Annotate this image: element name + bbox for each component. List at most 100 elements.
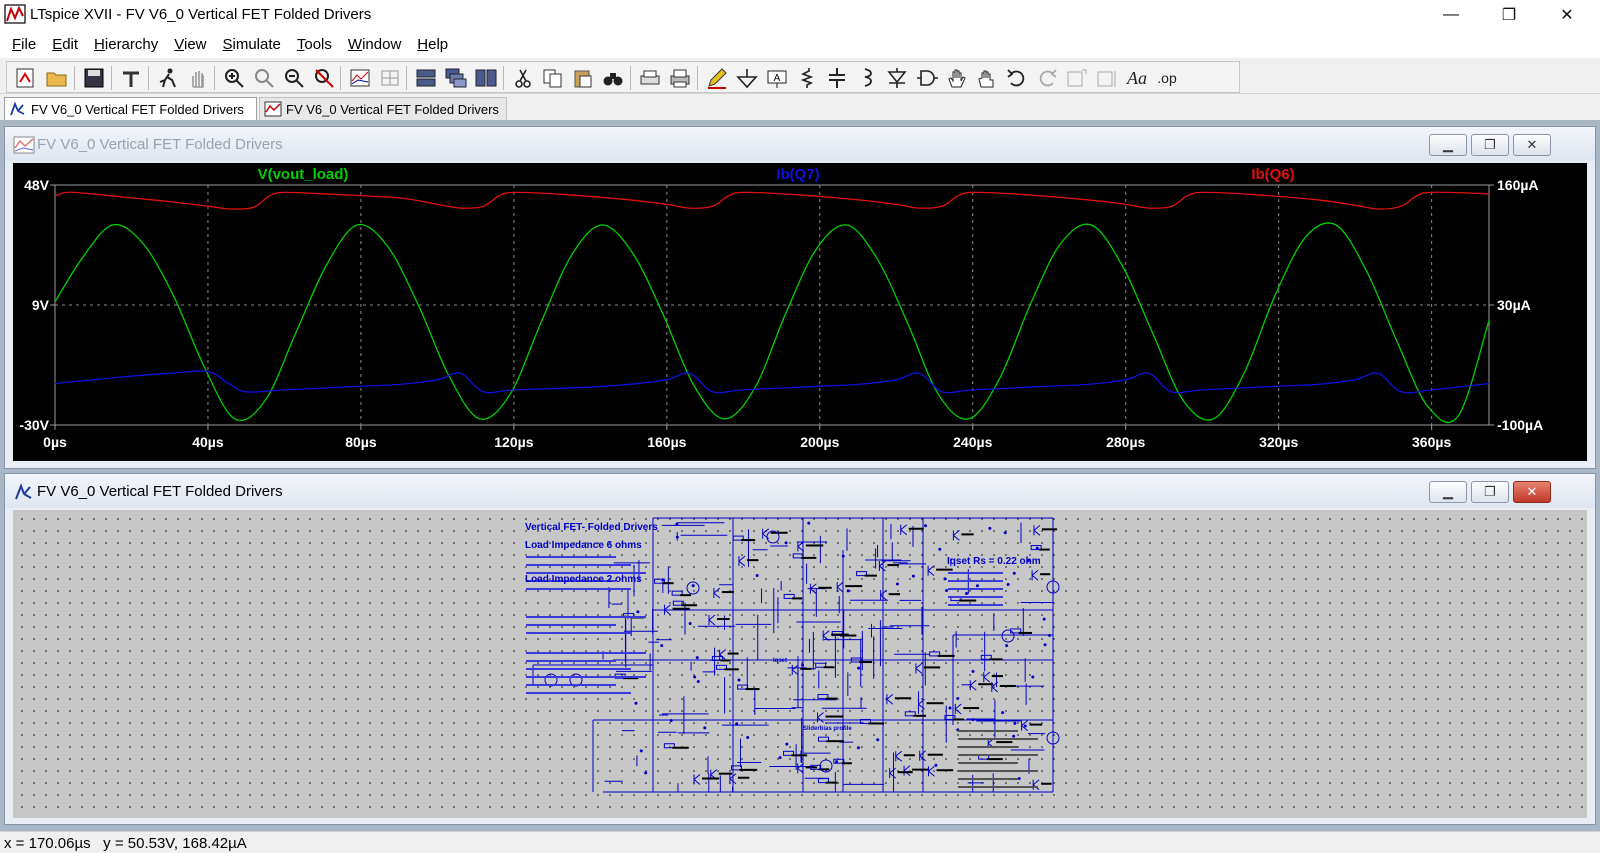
zoom-fit-icon[interactable] xyxy=(310,65,338,91)
title-bar: LTspice XVII - FV V6_0 Vertical FET Fold… xyxy=(0,0,1600,30)
maximize-button[interactable]: ❐ xyxy=(1480,0,1538,30)
rotate-icon[interactable] xyxy=(1063,65,1091,91)
paste-icon[interactable] xyxy=(569,65,597,91)
menu-window[interactable]: Window xyxy=(340,36,409,53)
y-right-tick-label: 30µA xyxy=(1497,297,1531,313)
copy-icon[interactable] xyxy=(539,65,567,91)
x-tick-label: 0µs xyxy=(43,434,67,450)
schematic-minimize-button[interactable]: ▁ xyxy=(1429,481,1467,503)
minimize-button[interactable]: — xyxy=(1422,0,1480,30)
menu-hierarchy[interactable]: Hierarchy xyxy=(86,36,166,53)
waveform-plot[interactable]: 0µs 40µs 80µs 120µs 160µs 200µs 240µs 280µs 320µ… xyxy=(13,163,1587,461)
tab-label: FV V6_0 Vertical FET Folded Drivers xyxy=(286,101,499,117)
pan-magnifier-icon[interactable] xyxy=(250,65,278,91)
component-icon[interactable] xyxy=(913,65,941,91)
series-line-1 xyxy=(54,370,1490,394)
waveform-chart[interactable]: 0µs 40µs 80µs 120µs 160µs 200µs 240µs 280µs 320µ… xyxy=(13,163,1587,461)
net-label-icon[interactable]: A xyxy=(763,65,791,91)
print-preview-icon[interactable] xyxy=(636,65,664,91)
cascade-icon[interactable] xyxy=(442,65,470,91)
print-icon[interactable] xyxy=(666,65,694,91)
y-left-tick-label: 9V xyxy=(32,297,50,313)
new-schematic-icon[interactable] xyxy=(11,65,39,91)
find-binoculars-icon[interactable] xyxy=(599,65,627,91)
iqset-label: Iqset xyxy=(773,658,787,664)
ltspice-window: LTspice XVII - FV V6_0 Vertical FET Fold… xyxy=(0,0,1600,853)
x-tick-label: 120µs xyxy=(494,434,533,450)
x-tick-label: 200µs xyxy=(800,434,839,450)
draw-wire-pencil-icon[interactable] xyxy=(703,65,731,91)
x-tick-label: 360µs xyxy=(1412,434,1451,450)
schematic-canvas[interactable]: Vertical FET- Folded Drivers Load Impedan… xyxy=(13,510,1587,818)
save-icon[interactable] xyxy=(80,65,108,91)
text-tool-button[interactable]: Aa xyxy=(1123,65,1151,91)
run-icon[interactable] xyxy=(154,65,182,91)
mdi-area: FV V6_0 Vertical FET Folded Drivers ▁ ❐ … xyxy=(0,120,1600,831)
status-x-label: x = xyxy=(4,835,29,852)
capacitor-icon[interactable] xyxy=(823,65,851,91)
toolbar-strip: A Aa .op xyxy=(6,61,1240,93)
waveform-icon xyxy=(264,101,282,117)
tile-horizontal-icon[interactable] xyxy=(412,65,440,91)
plot-minimize-button[interactable]: ▁ xyxy=(1429,134,1467,156)
y-left-tick-label: -30V xyxy=(19,417,49,433)
waveform-window-titlebar[interactable]: FV V6_0 Vertical FET Folded Drivers ▁ ❐ … xyxy=(5,127,1595,161)
undo-icon[interactable] xyxy=(1003,65,1031,91)
autorange-icon[interactable] xyxy=(346,65,374,91)
bias-profile-note: Sliderbias profile xyxy=(803,726,852,732)
toolbar: A Aa .op xyxy=(0,58,1600,94)
redo-icon[interactable] xyxy=(1033,65,1061,91)
status-y-value: 50.53V, 168.42µA xyxy=(127,835,247,852)
schematic-window-titlebar[interactable]: FV V6_0 Vertical FET Folded Drivers ▁ ❐ … xyxy=(5,474,1595,508)
series-line-0 xyxy=(54,222,1490,424)
schematic-title-text: Vertical FET- Folded Drivers xyxy=(525,522,658,533)
x-tick-label: 160µs xyxy=(647,434,686,450)
schematic-window: FV V6_0 Vertical FET Folded Drivers ▁ ❐ … xyxy=(4,473,1596,825)
schematic-close-button[interactable]: ✕ xyxy=(1513,481,1551,503)
inductor-icon[interactable] xyxy=(853,65,881,91)
close-button[interactable]: ✕ xyxy=(1538,0,1596,30)
legend-entry-2: Ib(Q6) xyxy=(1251,166,1294,183)
menu-tools[interactable]: Tools xyxy=(289,36,340,53)
x-tick-label: 240µs xyxy=(953,434,992,450)
ltspice-logo-icon xyxy=(4,4,26,24)
plot-close-button[interactable]: ✕ xyxy=(1513,134,1551,156)
grid-icon[interactable] xyxy=(376,65,404,91)
ground-symbol-icon[interactable] xyxy=(733,65,761,91)
tab-label: FV V6_0 Vertical FET Folded Drivers xyxy=(31,101,244,117)
menu-simulate[interactable]: Simulate xyxy=(215,36,289,53)
mirror-icon[interactable] xyxy=(1093,65,1121,91)
menu-bar: File Edit Hierarchy View Simulate Tools Window… xyxy=(0,30,1600,58)
tab-waveform[interactable]: FV V6_0 Vertical FET Folded Drivers xyxy=(259,97,507,120)
halt-hand-icon[interactable] xyxy=(184,65,212,91)
spice-directive-button[interactable]: .op xyxy=(1153,65,1181,91)
tile-vertical-icon[interactable] xyxy=(472,65,500,91)
menu-edit[interactable]: Edit xyxy=(44,36,86,53)
schematic-restore-button[interactable]: ❐ xyxy=(1471,481,1509,503)
document-tabs: FV V6_0 Vertical FET Folded Drivers FV V… xyxy=(0,96,1600,120)
plot-restore-button[interactable]: ❐ xyxy=(1471,134,1509,156)
x-tick-label: 280µs xyxy=(1106,434,1145,450)
status-bar: x = 170.06µs y = 50.53V, 168.42µA xyxy=(0,831,1600,853)
cursor-readout: x = 170.06µs y = 50.53V, 168.42µA xyxy=(4,835,247,852)
menu-view[interactable]: View xyxy=(166,36,214,53)
control-panel-hammer-icon[interactable] xyxy=(117,65,145,91)
zoom-out-icon[interactable] xyxy=(280,65,308,91)
zoom-in-icon[interactable] xyxy=(220,65,248,91)
load-6ohm-note: Load Impedance 6 ohms xyxy=(525,540,642,551)
move-hand-icon[interactable] xyxy=(943,65,971,91)
tab-schematic[interactable]: FV V6_0 Vertical FET Folded Drivers xyxy=(4,97,257,120)
menu-file[interactable]: File xyxy=(4,36,44,53)
diode-icon[interactable] xyxy=(883,65,911,91)
schematic-drawing[interactable]: Vertical FET- Folded Drivers Load Impedan… xyxy=(13,510,1587,818)
y-right-tick-label: 160µA xyxy=(1497,177,1539,193)
open-folder-icon[interactable] xyxy=(43,65,71,91)
svg-text:A: A xyxy=(774,73,781,84)
drag-hand-icon[interactable] xyxy=(973,65,1001,91)
waveform-icon xyxy=(13,136,35,154)
menu-help[interactable]: Help xyxy=(409,36,456,53)
resistor-icon[interactable] xyxy=(793,65,821,91)
series-line-2 xyxy=(54,191,1490,210)
waveform-window-title: FV V6_0 Vertical FET Folded Drivers xyxy=(37,136,283,153)
cut-scissors-icon[interactable] xyxy=(509,65,537,91)
